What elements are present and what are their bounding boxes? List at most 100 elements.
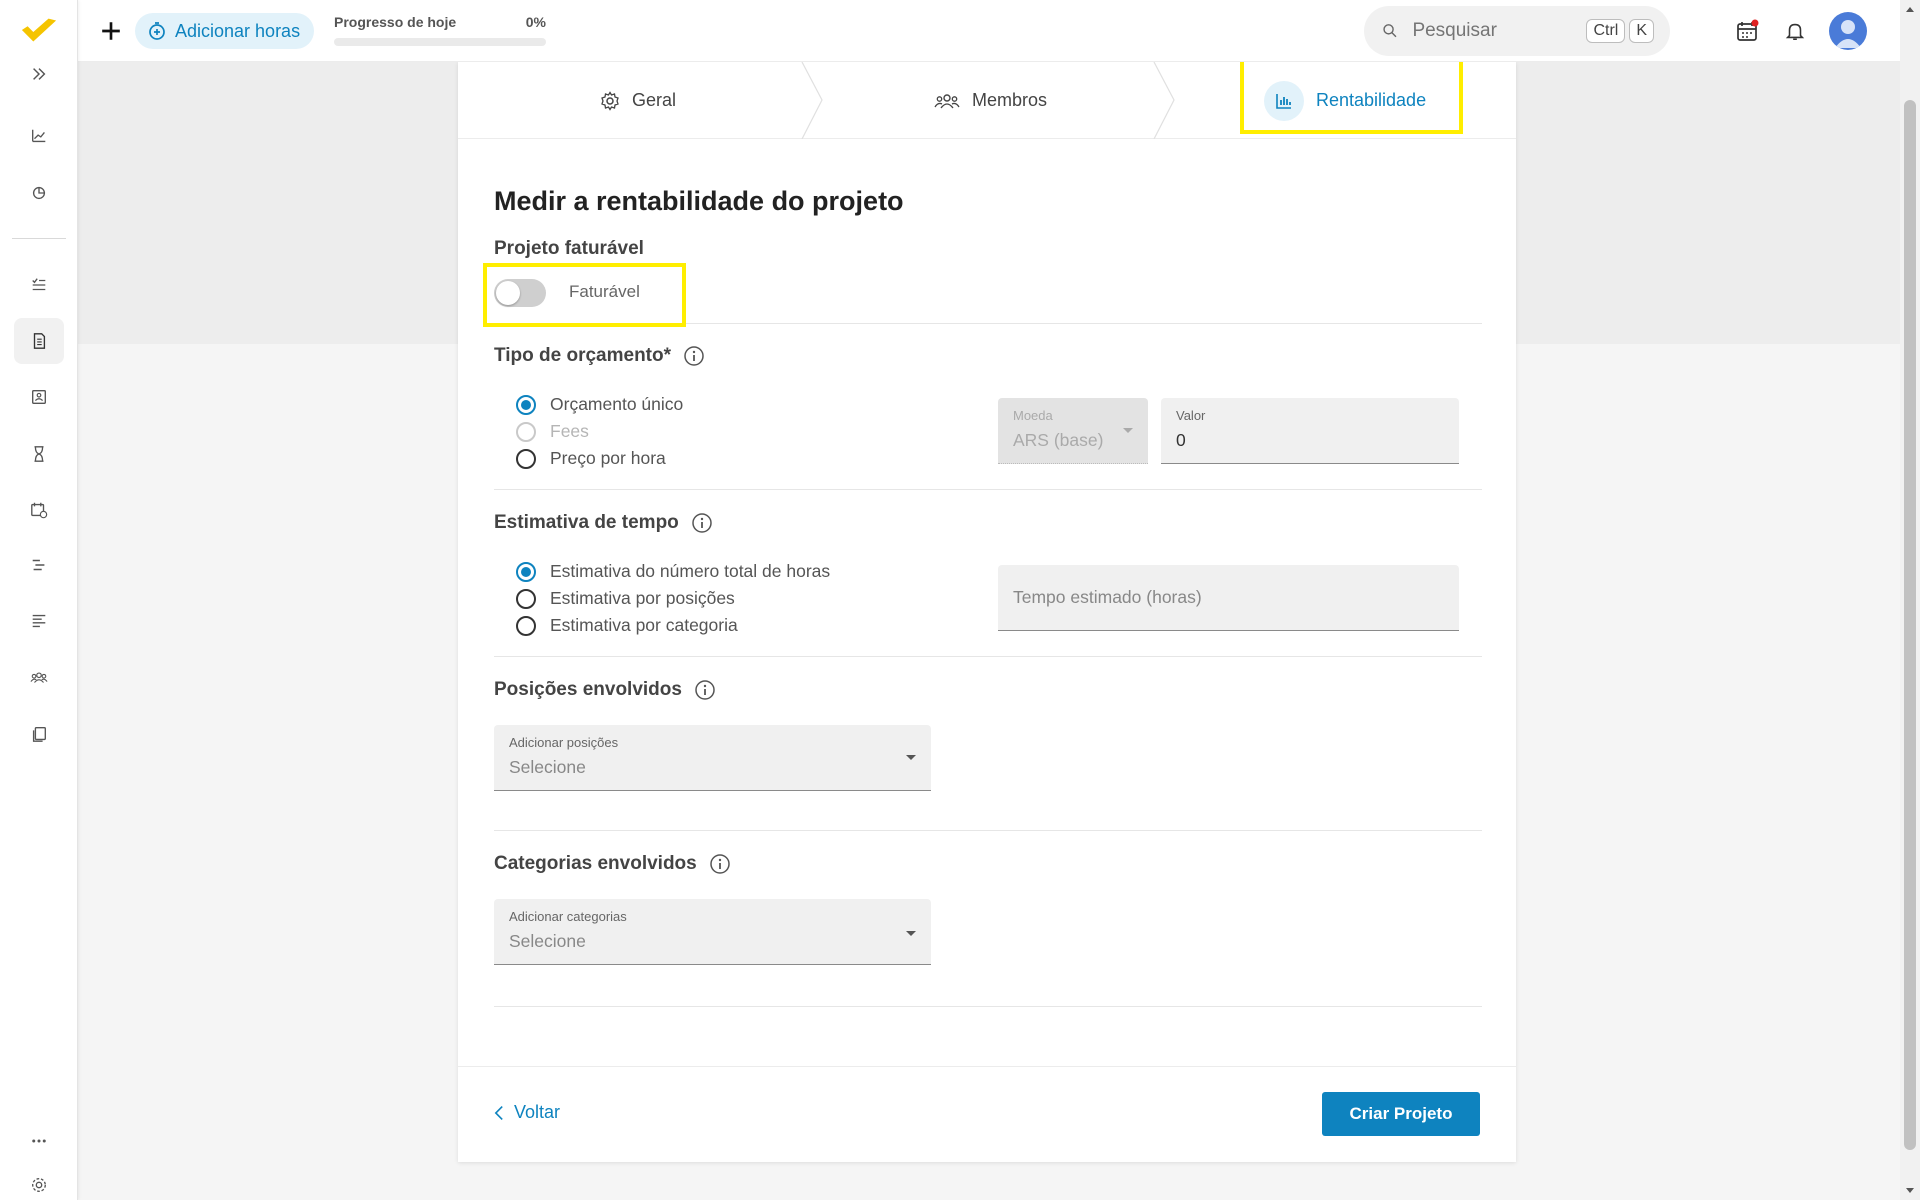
budget-option-unico[interactable]: Orçamento único xyxy=(516,394,683,415)
radio-button[interactable] xyxy=(516,588,536,609)
search-input[interactable] xyxy=(1412,20,1583,42)
sidebar xyxy=(0,0,78,1200)
stopwatch-plus-icon xyxy=(149,22,165,40)
billable-toggle[interactable] xyxy=(494,279,546,307)
chevron-down-icon xyxy=(1123,428,1133,433)
footer-divider xyxy=(458,1066,1516,1067)
section-divider xyxy=(494,1006,1482,1007)
bar-chart-icon xyxy=(1276,93,1291,109)
currency-value: ARS (base) xyxy=(1013,430,1104,450)
page-scrollbar[interactable] xyxy=(1900,0,1920,1200)
step-rentabilidade[interactable]: Rentabilidade xyxy=(1264,62,1426,139)
section-divider xyxy=(494,830,1482,831)
user-avatar[interactable] xyxy=(1829,12,1867,50)
step-geral[interactable]: Geral xyxy=(600,62,676,139)
estimate-option-positions[interactable]: Estimativa por posições xyxy=(516,588,735,609)
calendar-clock-icon[interactable] xyxy=(14,487,64,533)
tasks-checklist-icon[interactable] xyxy=(14,262,64,308)
positions-select[interactable]: Adicionar posições Selecione xyxy=(494,725,931,791)
more-options-icon[interactable] xyxy=(14,1118,64,1164)
bell-icon xyxy=(1785,23,1805,41)
gear-icon xyxy=(601,90,619,111)
reports-lines-icon[interactable] xyxy=(14,598,64,644)
project-form-card: Geral Membros Rentabilidade Medir a rent… xyxy=(458,54,1516,1162)
radio-button[interactable] xyxy=(516,394,536,415)
info-icon[interactable] xyxy=(709,853,731,875)
budget-option-hora[interactable]: Preço por hora xyxy=(516,448,666,469)
form-title: Medir a rentabilidade do projeto xyxy=(494,186,904,216)
expand-sidebar-icon[interactable] xyxy=(14,51,64,97)
daily-progress: Progresso de hoje 0% xyxy=(334,14,546,46)
projects-document-icon[interactable] xyxy=(14,318,64,364)
section-divider xyxy=(494,489,1482,490)
team-users-icon[interactable] xyxy=(14,655,64,701)
estimate-option-category[interactable]: Estimativa por categoria xyxy=(516,615,738,636)
budget-value-input[interactable]: Valor 0 xyxy=(1161,398,1459,464)
sidebar-divider xyxy=(12,238,66,239)
scroll-down-arrow-icon[interactable] xyxy=(1900,1180,1920,1200)
settings-gear-icon[interactable] xyxy=(14,1162,64,1200)
budget-section-label: Tipo de orçamento* xyxy=(494,345,705,367)
calendar-button[interactable] xyxy=(1730,14,1764,48)
currency-select: Moeda ARS (base) xyxy=(998,398,1148,464)
radio-label: Estimativa do número total de horas xyxy=(550,561,831,581)
billable-label-text: Projeto faturável xyxy=(494,238,644,259)
users-icon xyxy=(934,93,960,108)
section-divider xyxy=(494,323,1482,324)
search-box[interactable]: Ctrl K xyxy=(1364,6,1670,56)
notifications-button[interactable] xyxy=(1778,14,1812,48)
user-avatar-icon xyxy=(1835,20,1861,48)
info-icon[interactable] xyxy=(691,512,713,534)
copy-documents-icon[interactable] xyxy=(14,711,64,757)
add-hours-button[interactable]: Adicionar horas xyxy=(135,13,315,49)
contacts-card-icon[interactable] xyxy=(14,374,64,420)
step-separator xyxy=(801,62,823,139)
plus-icon xyxy=(102,22,120,40)
info-icon[interactable] xyxy=(694,679,716,701)
radio-label: Preço por hora xyxy=(550,448,666,468)
chevron-left-icon xyxy=(494,1105,503,1120)
scroll-thumb[interactable] xyxy=(1904,100,1916,1150)
radio-label: Orçamento único xyxy=(550,394,684,414)
step-membros[interactable]: Membros xyxy=(934,62,1047,139)
gantt-icon[interactable] xyxy=(14,542,64,588)
step-label: Membros xyxy=(972,90,1048,110)
radio-button[interactable] xyxy=(516,615,536,636)
app-logo-icon[interactable] xyxy=(14,8,64,54)
step-label: Rentabilidade xyxy=(1316,90,1427,110)
info-icon[interactable] xyxy=(683,345,705,367)
search-icon xyxy=(1383,24,1397,38)
currency-label: Moeda xyxy=(1013,408,1053,423)
chevron-down-icon xyxy=(906,931,916,936)
calendar-icon xyxy=(1737,19,1759,41)
shortcut-key-k: K xyxy=(1629,19,1654,43)
radio-label: Estimativa por categoria xyxy=(550,615,738,635)
categories-select[interactable]: Adicionar categorias Selecione xyxy=(494,899,931,965)
chevron-down-icon xyxy=(906,755,916,760)
step-label: Geral xyxy=(632,90,677,110)
positions-label-text: Posições envolvidos xyxy=(494,679,682,700)
dashboard-chart-icon[interactable] xyxy=(14,113,64,159)
scroll-up-arrow-icon[interactable] xyxy=(1900,0,1920,20)
value-text: 0 xyxy=(1176,430,1186,450)
billable-toggle-label: Faturável xyxy=(569,282,640,301)
analytics-pie-icon[interactable] xyxy=(14,170,64,216)
create-new-button[interactable] xyxy=(94,14,128,48)
estimated-hours-input[interactable]: Tempo estimado (horas) xyxy=(998,565,1459,631)
radio-button[interactable] xyxy=(516,561,536,582)
create-project-button[interactable]: Criar Projeto xyxy=(1322,1092,1480,1136)
radio-button[interactable] xyxy=(516,448,536,469)
categories-placeholder: Selecione xyxy=(509,931,586,951)
time-estimate-section-label: Estimativa de tempo xyxy=(494,512,713,534)
step-active-indicator xyxy=(1264,80,1304,121)
positions-field-label: Adicionar posições xyxy=(509,735,619,750)
estimate-option-total[interactable]: Estimativa do número total de horas xyxy=(516,561,830,582)
back-button[interactable]: Voltar xyxy=(494,1102,560,1123)
progress-value: 0% xyxy=(525,14,546,30)
billable-section-label: Projeto faturável xyxy=(494,238,644,260)
time-estimate-label-text: Estimativa de tempo xyxy=(494,512,679,533)
hourglass-icon[interactable] xyxy=(14,431,64,477)
positions-placeholder: Selecione xyxy=(509,757,586,777)
categories-section-label: Categorias envolvidos xyxy=(494,853,731,875)
back-label: Voltar xyxy=(514,1102,561,1122)
